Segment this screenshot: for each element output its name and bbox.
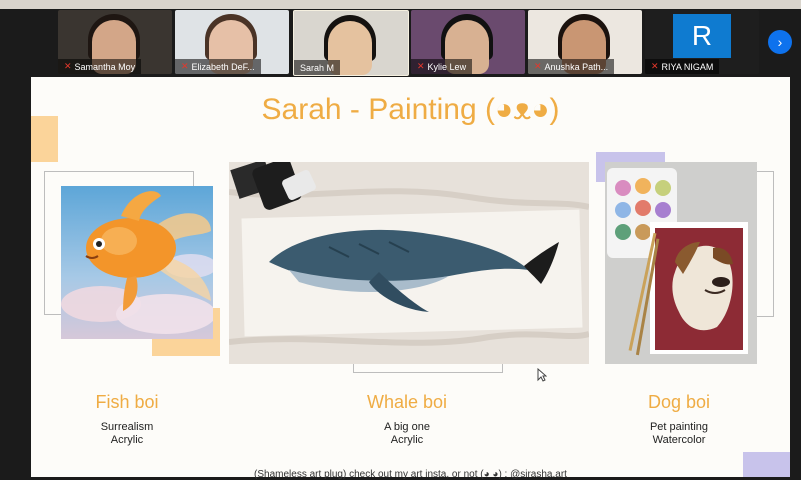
artwork-title: Fish boi (95, 392, 159, 412)
artwork-title: Dog boi (647, 392, 711, 412)
participant-name: RIYA NIGAM (661, 61, 714, 72)
dog-caption: Dog boi Pet painting Watercolor (629, 392, 729, 447)
next-page-button[interactable]: › (768, 30, 792, 54)
mic-muted-icon: ✕ (534, 61, 542, 71)
whale-caption: Whale boi A big one Acrylic (357, 392, 457, 447)
dog-painting-image (605, 162, 757, 364)
artwork-subtitle: A big one (384, 421, 430, 433)
artwork-medium: Acrylic (110, 434, 144, 446)
mic-muted-icon: ✕ (64, 61, 72, 71)
participant-namebar: ✕ Kylie Lew (411, 59, 473, 74)
deco-orange-block (31, 116, 58, 162)
mic-muted-icon: ✕ (181, 61, 189, 71)
participant-namebar: ✕ Anushka Path... (528, 59, 615, 74)
fish-painting-image (61, 186, 213, 339)
mouse-cursor-icon (537, 368, 547, 382)
participant-tile-active-speaker[interactable]: Sarah M (293, 10, 409, 76)
participant-tile[interactable]: ✕ Anushka Path... (528, 10, 642, 74)
whale-painting-image (229, 162, 589, 364)
participant-name: Sarah M (300, 62, 335, 73)
participant-namebar: Sarah M (294, 60, 341, 75)
mic-muted-icon: ✕ (651, 61, 659, 71)
chevron-right-icon: › (777, 34, 783, 50)
participant-name: Kylie Lew (427, 61, 467, 72)
artwork-title: Whale boi (366, 392, 448, 412)
participant-name: Elizabeth DeF... (191, 61, 255, 72)
participant-namebar: ✕ RIYA NIGAM (645, 59, 720, 74)
participant-tile[interactable]: ✕ Samantha Moy (58, 10, 172, 74)
participant-name: Samantha Moy (74, 61, 136, 72)
participant-name: Anushka Path... (544, 61, 609, 72)
participant-tile[interactable]: R ✕ RIYA NIGAM (645, 10, 759, 74)
participant-avatar: R (673, 14, 731, 58)
participant-tile[interactable]: ✕ Kylie Lew (411, 10, 525, 74)
slide-footnote: (Shameless art plug) check out my art in… (254, 469, 567, 480)
slide-title: Sarah - Painting (◕ᴥ◕) (261, 93, 560, 126)
participant-tile[interactable]: ✕ Elizabeth DeF... (175, 10, 289, 74)
participant-namebar: ✕ Samantha Moy (58, 59, 142, 74)
participant-namebar: ✕ Elizabeth DeF... (175, 59, 261, 74)
shared-slide: Sarah - Painting (◕ᴥ◕) Fish boi Surreali… (31, 77, 790, 480)
artwork-medium: Watercolor (652, 434, 706, 446)
artwork-subtitle: Surrealism (100, 421, 154, 433)
artwork-subtitle: Pet painting (649, 421, 709, 433)
mic-muted-icon: ✕ (417, 61, 425, 71)
window-top-strip (0, 0, 801, 9)
fish-caption: Fish boi Surrealism Acrylic (77, 392, 177, 447)
artwork-medium: Acrylic (390, 434, 424, 446)
